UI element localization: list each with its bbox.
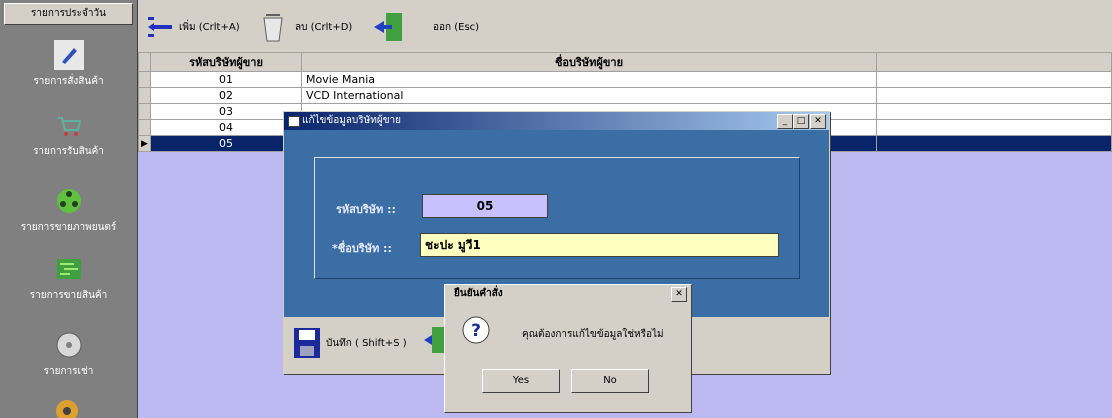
toolbar: เพิ่ม (Crlt+A) ลบ (Crlt+D) ออก (Esc) (138, 0, 1112, 52)
row-indicator (138, 103, 151, 120)
name-field[interactable]: ชะปะ มูวี1 (420, 233, 779, 257)
dialog-title-bar: แก้ไขข้อมูลบริษัทผู้ขาย _ □ ✕ (284, 112, 829, 130)
exit-door-icon (374, 13, 402, 41)
exit-button[interactable]: ออก (Esc) (372, 10, 479, 44)
sidebar-item-sell-movie[interactable]: รายการขายภาพยนตร์ (0, 186, 137, 235)
row-indicator (138, 87, 151, 104)
exit-label: ออก (Esc) (433, 21, 480, 33)
name-label: *ชื่อบริษัท :: (332, 242, 392, 255)
no-button[interactable]: No (571, 369, 649, 393)
delete-label: ลบ (Crlt+D) (295, 21, 353, 33)
svg-text:?: ? (471, 321, 481, 341)
cell-code: 02 (150, 87, 302, 104)
sidebar-item-label: รายการรับสินค้า (33, 146, 104, 157)
table-row[interactable]: 02 VCD International (138, 87, 1112, 104)
col-code-header: รหัสบริษัทผู้ขาย (150, 52, 302, 72)
sidebar-item-label: รายการสั่งสินค้า (33, 76, 104, 87)
yes-button[interactable]: Yes (482, 369, 560, 393)
row-indicator (138, 71, 151, 88)
confirm-message: คุณต้องการแก้ไขข้อมูลใช่หรือไม่ (522, 329, 664, 340)
cell-code: 04 (150, 119, 302, 136)
film-reel-icon (56, 189, 81, 213)
sidebar-item-label: รายการขายสินค้า (29, 290, 108, 301)
table-header: รหัสบริษัทผู้ขาย ชื่อบริษัทผู้ขาย (138, 52, 1112, 72)
sidebar-item-rent[interactable]: รายการเช่า (0, 330, 137, 379)
row-indicator-header (138, 52, 151, 72)
confirm-close-button[interactable]: ✕ (671, 287, 687, 302)
confirm-dialog: ยืนยันคำสั่ง ✕ ? คุณต้องการแก้ไขข้อมูลใช… (444, 284, 692, 413)
dialog-title: แก้ไขข้อมูลบริษัทผู้ขาย (302, 115, 401, 126)
save-label: บันทึก ( Shift+S ) (326, 337, 407, 349)
sidebar-header: รายการประจำวัน (4, 3, 133, 25)
code-field[interactable]: 05 (422, 194, 548, 218)
save-button[interactable]: บันทึก ( Shift+S ) (292, 326, 407, 360)
circuit-board-icon (56, 259, 81, 279)
cell-code: 03 (150, 103, 302, 120)
pencil-icon (53, 40, 84, 70)
cell-code: 01 (150, 71, 302, 88)
floppy-disk-icon (294, 328, 320, 358)
col-extra-header (876, 52, 1112, 72)
add-button[interactable]: เพิ่ม (Crlt+A) (146, 10, 240, 44)
cell-code: 05 (150, 135, 302, 152)
sidebar-item-label: รายการเช่า (43, 366, 94, 377)
confirm-title-bar: ยืนยันคำสั่ง ✕ (445, 285, 691, 302)
sidebar: รายการประจำวัน รายการสั่งสินค้า รายการรั… (0, 0, 138, 418)
sidebar-item-receive[interactable]: รายการรับสินค้า (0, 110, 137, 159)
current-row-arrow-icon: ▶ (138, 135, 151, 152)
code-label: รหัสบริษัท :: (336, 203, 396, 216)
cart-icon (57, 117, 81, 136)
add-icon (148, 17, 172, 37)
exit-door-icon[interactable] (424, 325, 444, 355)
sidebar-item-sell-product[interactable]: รายการขายสินค้า (0, 254, 137, 303)
close-button[interactable]: ✕ (810, 114, 826, 129)
sidebar-item-order[interactable]: รายการสั่งสินค้า (0, 40, 137, 89)
add-label: เพิ่ม (Crlt+A) (179, 21, 240, 33)
col-name-header: ชื่อบริษัทผู้ขาย (301, 52, 877, 72)
cell-name: Movie Mania (301, 71, 877, 88)
sidebar-item-label: รายการขายภาพยนตร์ (20, 222, 117, 233)
minimize-button[interactable]: _ (777, 114, 793, 129)
maximize-button[interactable]: □ (793, 114, 809, 129)
question-icon: ? (462, 316, 490, 344)
delete-button[interactable]: ลบ (Crlt+D) (256, 10, 352, 44)
flame-disc-icon (56, 400, 78, 418)
cell-name: VCD International (301, 87, 877, 104)
confirm-title: ยืนยันคำสั่ง (454, 288, 503, 299)
window-icon (288, 116, 300, 127)
disc-icon (56, 332, 81, 358)
form-frame (314, 157, 800, 279)
table-row[interactable]: 01 Movie Mania (138, 71, 1112, 88)
trash-icon (263, 14, 283, 42)
row-indicator (138, 119, 151, 136)
